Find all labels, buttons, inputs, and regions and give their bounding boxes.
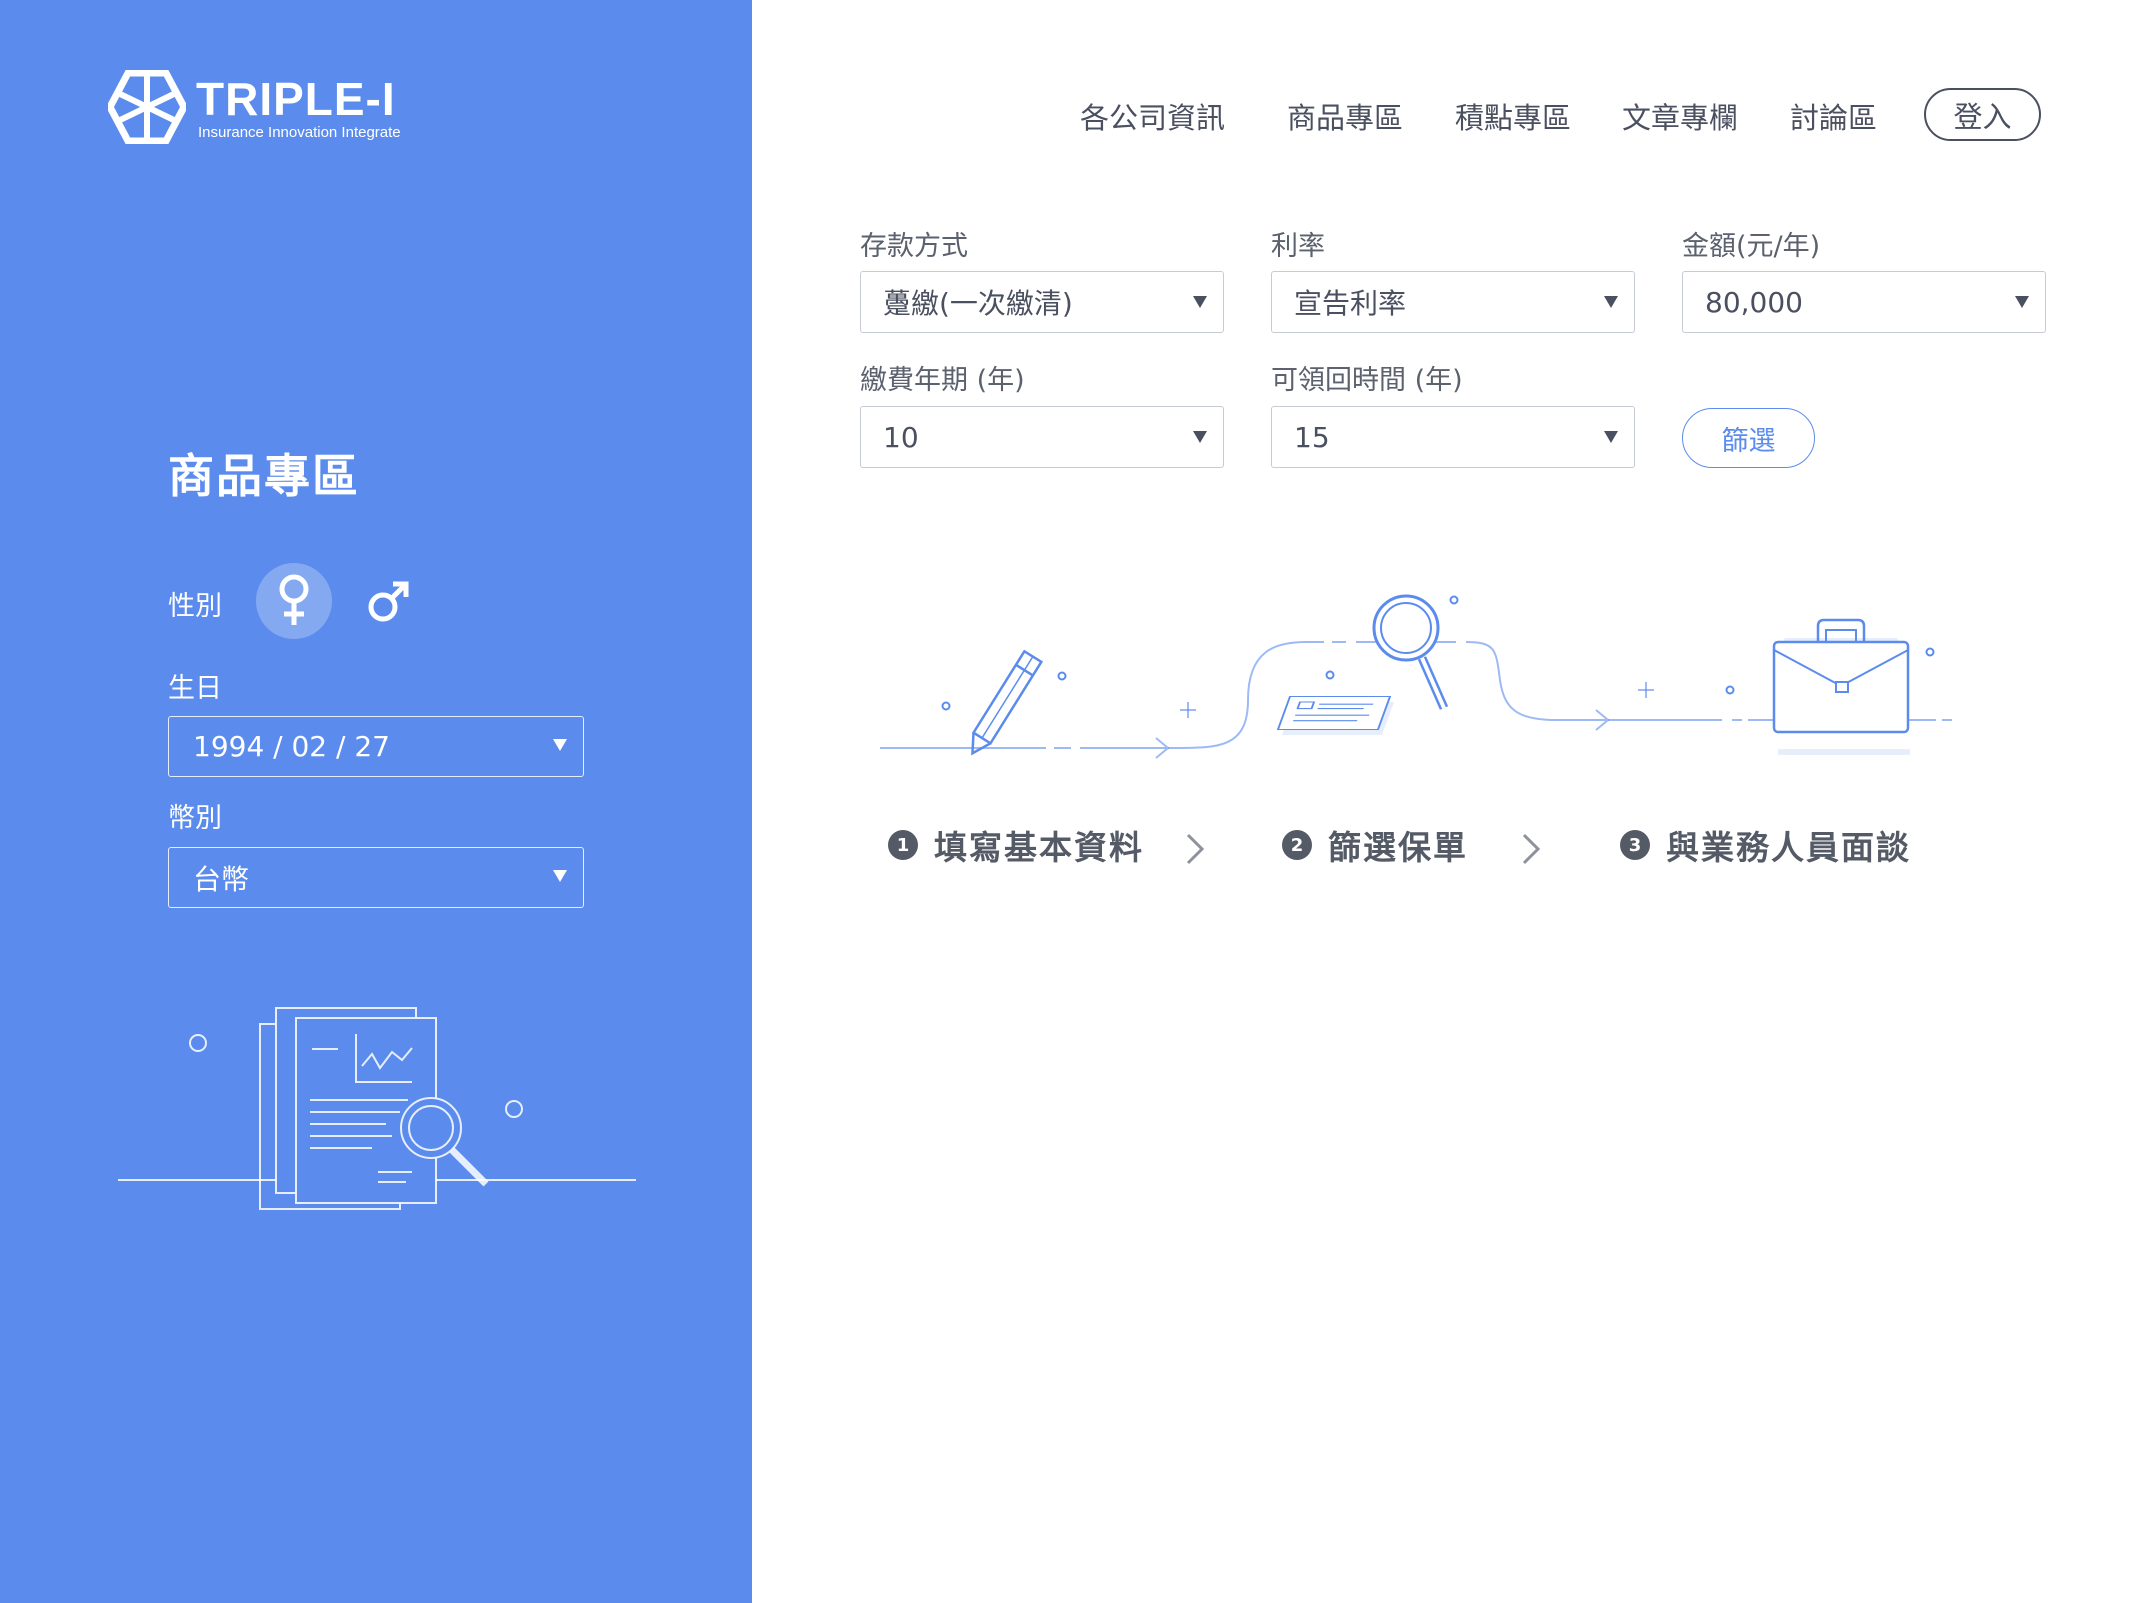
currency-value: 台幣 [193, 862, 250, 896]
female-toggle[interactable] [256, 563, 332, 639]
male-toggle[interactable] [356, 568, 422, 634]
dropdown-caret-icon [553, 870, 567, 882]
briefcase-icon [1772, 618, 1910, 755]
deposit-method-label: 存款方式 [860, 231, 968, 262]
chevron-right-icon [1522, 833, 1541, 865]
nav-forum[interactable]: 討論區 [1790, 95, 1877, 137]
dropdown-caret-icon [1193, 296, 1207, 308]
currency-label: 幣別 [168, 803, 222, 834]
birthday-select[interactable]: 1994 / 02 / 27 [168, 716, 584, 777]
payment-years-value: 10 [883, 420, 919, 454]
filter-button[interactable]: 篩選 [1682, 408, 1815, 468]
magnifier-icon [1372, 594, 1449, 710]
step-fill-info: 1 填寫基本資料 [888, 820, 1144, 870]
brand-tagline: Insurance Innovation Integrate [198, 124, 401, 141]
birthday-label: 生日 [168, 673, 222, 704]
amount-label: 金額(元/年) [1682, 231, 1821, 262]
process-steps-illustration [880, 594, 1952, 759]
nav-products[interactable]: 商品專區 [1287, 95, 1403, 137]
dropdown-caret-icon [2015, 296, 2029, 308]
logo[interactable]: TRIPLE-I Insurance Innovation Integrate [108, 70, 448, 150]
step-number-badge: 2 [1282, 830, 1312, 860]
payout-time-select[interactable]: 15 [1271, 406, 1635, 468]
gender-label: 性別 [168, 591, 222, 622]
interest-rate-value: 宣告利率 [1294, 287, 1407, 320]
interest-rate-label: 利率 [1271, 231, 1325, 262]
nav-articles[interactable]: 文章專欄 [1622, 95, 1738, 137]
amount-select[interactable]: 80,000 [1682, 271, 2046, 333]
chevron-right-icon [1186, 833, 1205, 865]
male-icon [368, 581, 409, 622]
dropdown-caret-icon [1604, 296, 1618, 308]
currency-select[interactable]: 台幣 [168, 847, 584, 908]
nav-points[interactable]: 積點專區 [1455, 95, 1571, 137]
interest-rate-select[interactable]: 宣告利率 [1271, 271, 1635, 333]
step-label: 填寫基本資料 [934, 828, 1144, 867]
step-meet-agent: 3 與業務人員面談 [1620, 820, 1911, 870]
female-icon [279, 574, 309, 625]
dropdown-caret-icon [553, 739, 567, 751]
payout-time-label: 可領回時間 (年) [1271, 365, 1463, 396]
amount-value: 80,000 [1705, 285, 1803, 319]
dropdown-caret-icon [1604, 431, 1618, 443]
brand-name: TRIPLE-I [196, 73, 396, 125]
dropdown-caret-icon [1193, 431, 1207, 443]
logo-hexagon-icon [108, 70, 186, 144]
document-search-illustration [118, 1007, 636, 1210]
payout-time-value: 15 [1294, 420, 1330, 454]
deposit-method-select[interactable]: 躉繳(一次繳清) [860, 271, 1224, 333]
login-button[interactable]: 登入 [1924, 88, 2041, 141]
step-filter-policy: 2 篩選保單 [1282, 820, 1468, 870]
nav-company-info[interactable]: 各公司資訊 [1080, 95, 1225, 137]
step-number-badge: 1 [888, 830, 918, 860]
step-label: 篩選保單 [1328, 828, 1468, 867]
deposit-method-value: 躉繳(一次繳清) [883, 287, 1073, 320]
sidebar: TRIPLE-I Insurance Innovation Integrate … [0, 0, 752, 1603]
step-label: 與業務人員面談 [1666, 828, 1911, 867]
pencil-icon [971, 649, 1044, 756]
page-title: 商品專區 [168, 449, 360, 503]
payment-years-label: 繳費年期 (年) [860, 365, 1025, 396]
birthday-value: 1994 / 02 / 27 [193, 730, 390, 763]
payment-years-select[interactable]: 10 [860, 406, 1224, 468]
step-number-badge: 3 [1620, 830, 1650, 860]
